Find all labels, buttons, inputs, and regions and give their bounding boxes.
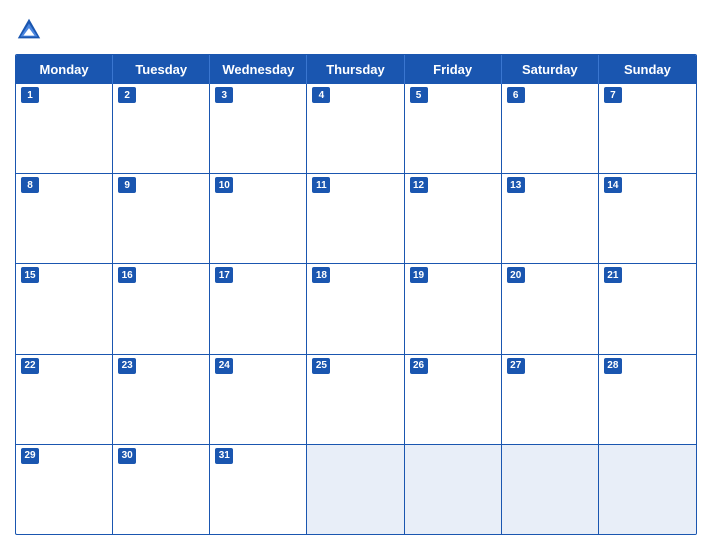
day-number: 11	[312, 177, 330, 193]
day-number: 9	[118, 177, 136, 193]
day-cell: 3	[210, 84, 307, 173]
day-number: 22	[21, 358, 39, 374]
day-number: 27	[507, 358, 525, 374]
weekday-header-wednesday: Wednesday	[210, 55, 307, 84]
day-cell	[502, 445, 599, 534]
day-number: 29	[21, 448, 39, 464]
day-number: 31	[215, 448, 233, 464]
day-cell: 8	[16, 174, 113, 263]
day-number: 18	[312, 267, 330, 283]
day-number: 8	[21, 177, 39, 193]
day-number: 28	[604, 358, 622, 374]
day-number: 15	[21, 267, 39, 283]
day-number: 1	[21, 87, 39, 103]
weekday-header-saturday: Saturday	[502, 55, 599, 84]
day-number: 12	[410, 177, 428, 193]
day-number: 25	[312, 358, 330, 374]
day-cell: 26	[405, 355, 502, 444]
day-cell: 14	[599, 174, 696, 263]
day-cell: 12	[405, 174, 502, 263]
day-number: 17	[215, 267, 233, 283]
day-number: 6	[507, 87, 525, 103]
calendar-body: 1234567891011121314151617181920212223242…	[16, 84, 696, 534]
day-cell: 25	[307, 355, 404, 444]
day-number: 23	[118, 358, 136, 374]
day-cell: 28	[599, 355, 696, 444]
week-row-5: 29 30 31	[16, 445, 696, 534]
day-cell	[599, 445, 696, 534]
day-cell: 20	[502, 264, 599, 353]
day-cell: 15	[16, 264, 113, 353]
week-row-1: 1 2 3 4 5 6 7	[16, 84, 696, 174]
day-number: 10	[215, 177, 233, 193]
day-cell: 18	[307, 264, 404, 353]
weekday-headers: MondayTuesdayWednesdayThursdayFridaySatu…	[16, 55, 696, 84]
day-number: 2	[118, 87, 136, 103]
day-cell: 17	[210, 264, 307, 353]
day-cell: 23	[113, 355, 210, 444]
day-number: 4	[312, 87, 330, 103]
day-cell: 1	[16, 84, 113, 173]
day-number: 14	[604, 177, 622, 193]
day-cell: 7	[599, 84, 696, 173]
day-cell	[307, 445, 404, 534]
day-cell: 24	[210, 355, 307, 444]
day-cell: 19	[405, 264, 502, 353]
day-cell: 31	[210, 445, 307, 534]
day-cell: 22	[16, 355, 113, 444]
day-cell: 29	[16, 445, 113, 534]
calendar: MondayTuesdayWednesdayThursdayFridaySatu…	[15, 54, 697, 535]
day-cell: 6	[502, 84, 599, 173]
day-cell: 4	[307, 84, 404, 173]
day-cell	[405, 445, 502, 534]
weekday-header-tuesday: Tuesday	[113, 55, 210, 84]
logo	[15, 16, 47, 44]
day-number: 30	[118, 448, 136, 464]
day-number: 24	[215, 358, 233, 374]
day-cell: 30	[113, 445, 210, 534]
day-number: 5	[410, 87, 428, 103]
day-number: 19	[410, 267, 428, 283]
day-cell: 5	[405, 84, 502, 173]
day-cell: 11	[307, 174, 404, 263]
day-cell: 2	[113, 84, 210, 173]
week-row-2: 8 9 10 11 12 13 14	[16, 174, 696, 264]
day-cell: 9	[113, 174, 210, 263]
weekday-header-friday: Friday	[405, 55, 502, 84]
weekday-header-monday: Monday	[16, 55, 113, 84]
calendar-header	[15, 10, 697, 48]
day-number: 7	[604, 87, 622, 103]
day-number: 21	[604, 267, 622, 283]
weekday-header-thursday: Thursday	[307, 55, 404, 84]
day-cell: 27	[502, 355, 599, 444]
week-row-4: 22 23 24 25 26 27 28	[16, 355, 696, 445]
day-cell: 10	[210, 174, 307, 263]
week-row-3: 15 16 17 18 19 20 21	[16, 264, 696, 354]
day-number: 16	[118, 267, 136, 283]
weekday-header-sunday: Sunday	[599, 55, 696, 84]
day-number: 26	[410, 358, 428, 374]
day-number: 13	[507, 177, 525, 193]
day-cell: 21	[599, 264, 696, 353]
day-number: 20	[507, 267, 525, 283]
day-cell: 13	[502, 174, 599, 263]
logo-icon	[15, 16, 43, 44]
day-cell: 16	[113, 264, 210, 353]
day-number: 3	[215, 87, 233, 103]
